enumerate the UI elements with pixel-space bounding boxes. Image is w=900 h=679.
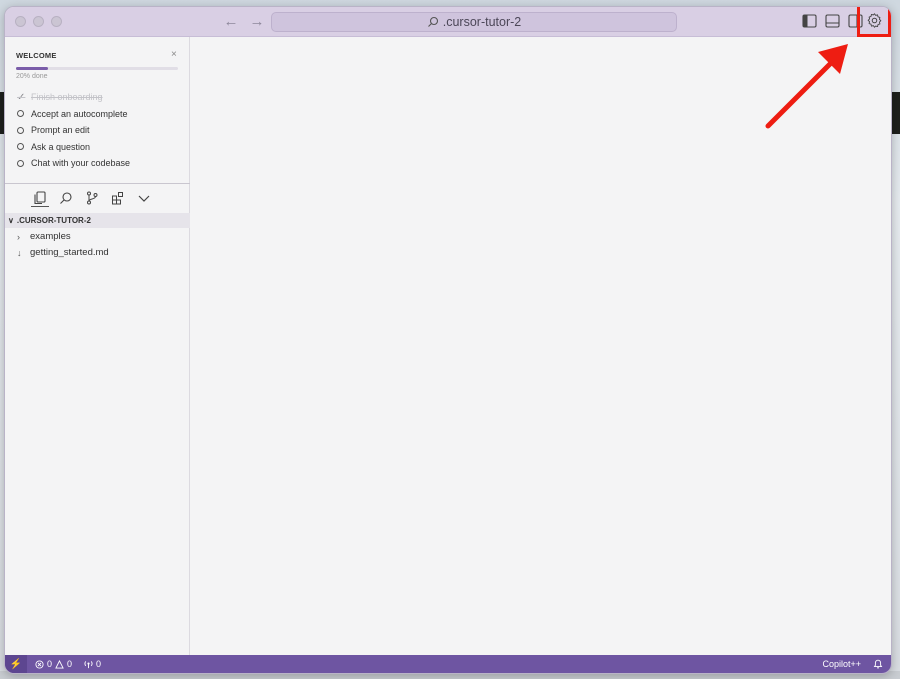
ports-indicator[interactable]: 0 (84, 659, 101, 669)
close-window-button[interactable] (15, 16, 26, 27)
warning-icon (55, 659, 64, 669)
markdown-file-icon: ↓ (17, 247, 22, 258)
circle-icon (17, 143, 24, 151)
back-button[interactable]: ← (223, 13, 239, 30)
checklist-item-accept-autocomplete[interactable]: Accept an autocomplete (17, 106, 130, 123)
error-icon (35, 659, 44, 669)
tree-item-label: getting_started.md (30, 247, 109, 258)
navigation-arrows: ← → (223, 13, 265, 30)
checklist-item-label: Chat with your codebase (31, 158, 131, 169)
more-views-dropdown[interactable] (135, 189, 153, 207)
activity-bar (31, 189, 153, 207)
checklist-item-label: Accept an autocomplete (31, 108, 128, 119)
command-center-search[interactable]: .cursor-tutor-2 (271, 12, 677, 32)
minimize-window-button[interactable] (33, 16, 44, 27)
status-right-group: Copilot++ (822, 659, 891, 669)
app-window: ← → .cursor-tutor-2 WELCOME × 20% done ✓… (4, 6, 892, 674)
onboarding-progress-fill (16, 67, 49, 70)
notifications-bell-icon[interactable] (873, 659, 883, 669)
git-branch-icon (87, 191, 98, 205)
remote-indicator-button[interactable]: ⚡ (5, 655, 27, 673)
checklist-item-prompt-edit[interactable]: Prompt an edit (17, 122, 130, 139)
window-controls (15, 16, 62, 27)
problems-indicator[interactable]: 0 0 (35, 659, 72, 669)
circle-icon (17, 126, 24, 134)
status-bar: ⚡ 0 0 0 Copilot++ (5, 655, 891, 673)
extensions-tab[interactable] (109, 189, 127, 207)
primary-sidebar: WELCOME × 20% done ✓ Finish onboarding A… (5, 37, 190, 655)
files-icon (34, 190, 46, 204)
circle-icon (17, 159, 24, 167)
tree-item-getting-started[interactable]: ↓ getting_started.md (17, 245, 109, 260)
workspace-title: .cursor-tutor-2 (442, 15, 522, 29)
toggle-panel-icon[interactable] (825, 14, 840, 28)
chevron-down-icon (138, 195, 150, 202)
title-bar: ← → .cursor-tutor-2 (5, 7, 891, 37)
welcome-header: WELCOME (16, 51, 57, 60)
broadcast-icon (84, 660, 93, 668)
onboarding-checklist: ✓ Finish onboarding Accept an autocomple… (17, 89, 130, 172)
gear-icon[interactable] (866, 12, 883, 29)
circle-icon (17, 110, 24, 118)
checklist-item-label: Prompt an edit (31, 125, 90, 136)
tree-item-label: examples (30, 231, 71, 242)
error-count: 0 (47, 659, 53, 669)
explorer-folder-name: .CURSOR-TUTOR-2 (16, 216, 91, 225)
explorer-tab[interactable] (31, 189, 49, 207)
welcome-close-button[interactable]: × (171, 49, 177, 60)
extensions-icon (112, 192, 123, 205)
forward-button[interactable]: → (249, 13, 265, 30)
search-tab[interactable] (57, 189, 75, 207)
chevron-right-icon: › (17, 231, 20, 242)
ports-count: 0 (96, 659, 102, 669)
checkmark-icon: ✓ (17, 91, 26, 103)
search-icon (60, 192, 72, 204)
toggle-primary-sidebar-icon[interactable] (802, 14, 817, 28)
copilot-status[interactable]: Copilot++ (822, 659, 861, 669)
checklist-item-chat-codebase[interactable]: Chat with your codebase (17, 155, 130, 172)
onboarding-progress-bar (16, 67, 178, 70)
maximize-window-button[interactable] (51, 16, 62, 27)
explorer-folder-header[interactable]: ∨ .CURSOR-TUTOR-2 (5, 213, 190, 228)
checklist-item-ask-question[interactable]: Ask a question (17, 139, 130, 156)
progress-text: 20% done (16, 73, 48, 80)
checklist-item-label: Ask a question (31, 141, 91, 152)
warning-count: 0 (67, 659, 73, 669)
settings-highlight (857, 7, 891, 37)
source-control-tab[interactable] (83, 189, 101, 207)
search-icon (427, 16, 438, 27)
sidebar-divider (5, 183, 190, 184)
editor-area[interactable] (191, 37, 891, 655)
checklist-item-label: Finish onboarding (31, 92, 103, 103)
chevron-down-icon: ∨ (8, 216, 14, 225)
layout-controls (802, 14, 863, 28)
tree-item-examples[interactable]: › examples (17, 229, 71, 244)
checklist-item-finish-onboarding[interactable]: ✓ Finish onboarding (17, 89, 130, 106)
